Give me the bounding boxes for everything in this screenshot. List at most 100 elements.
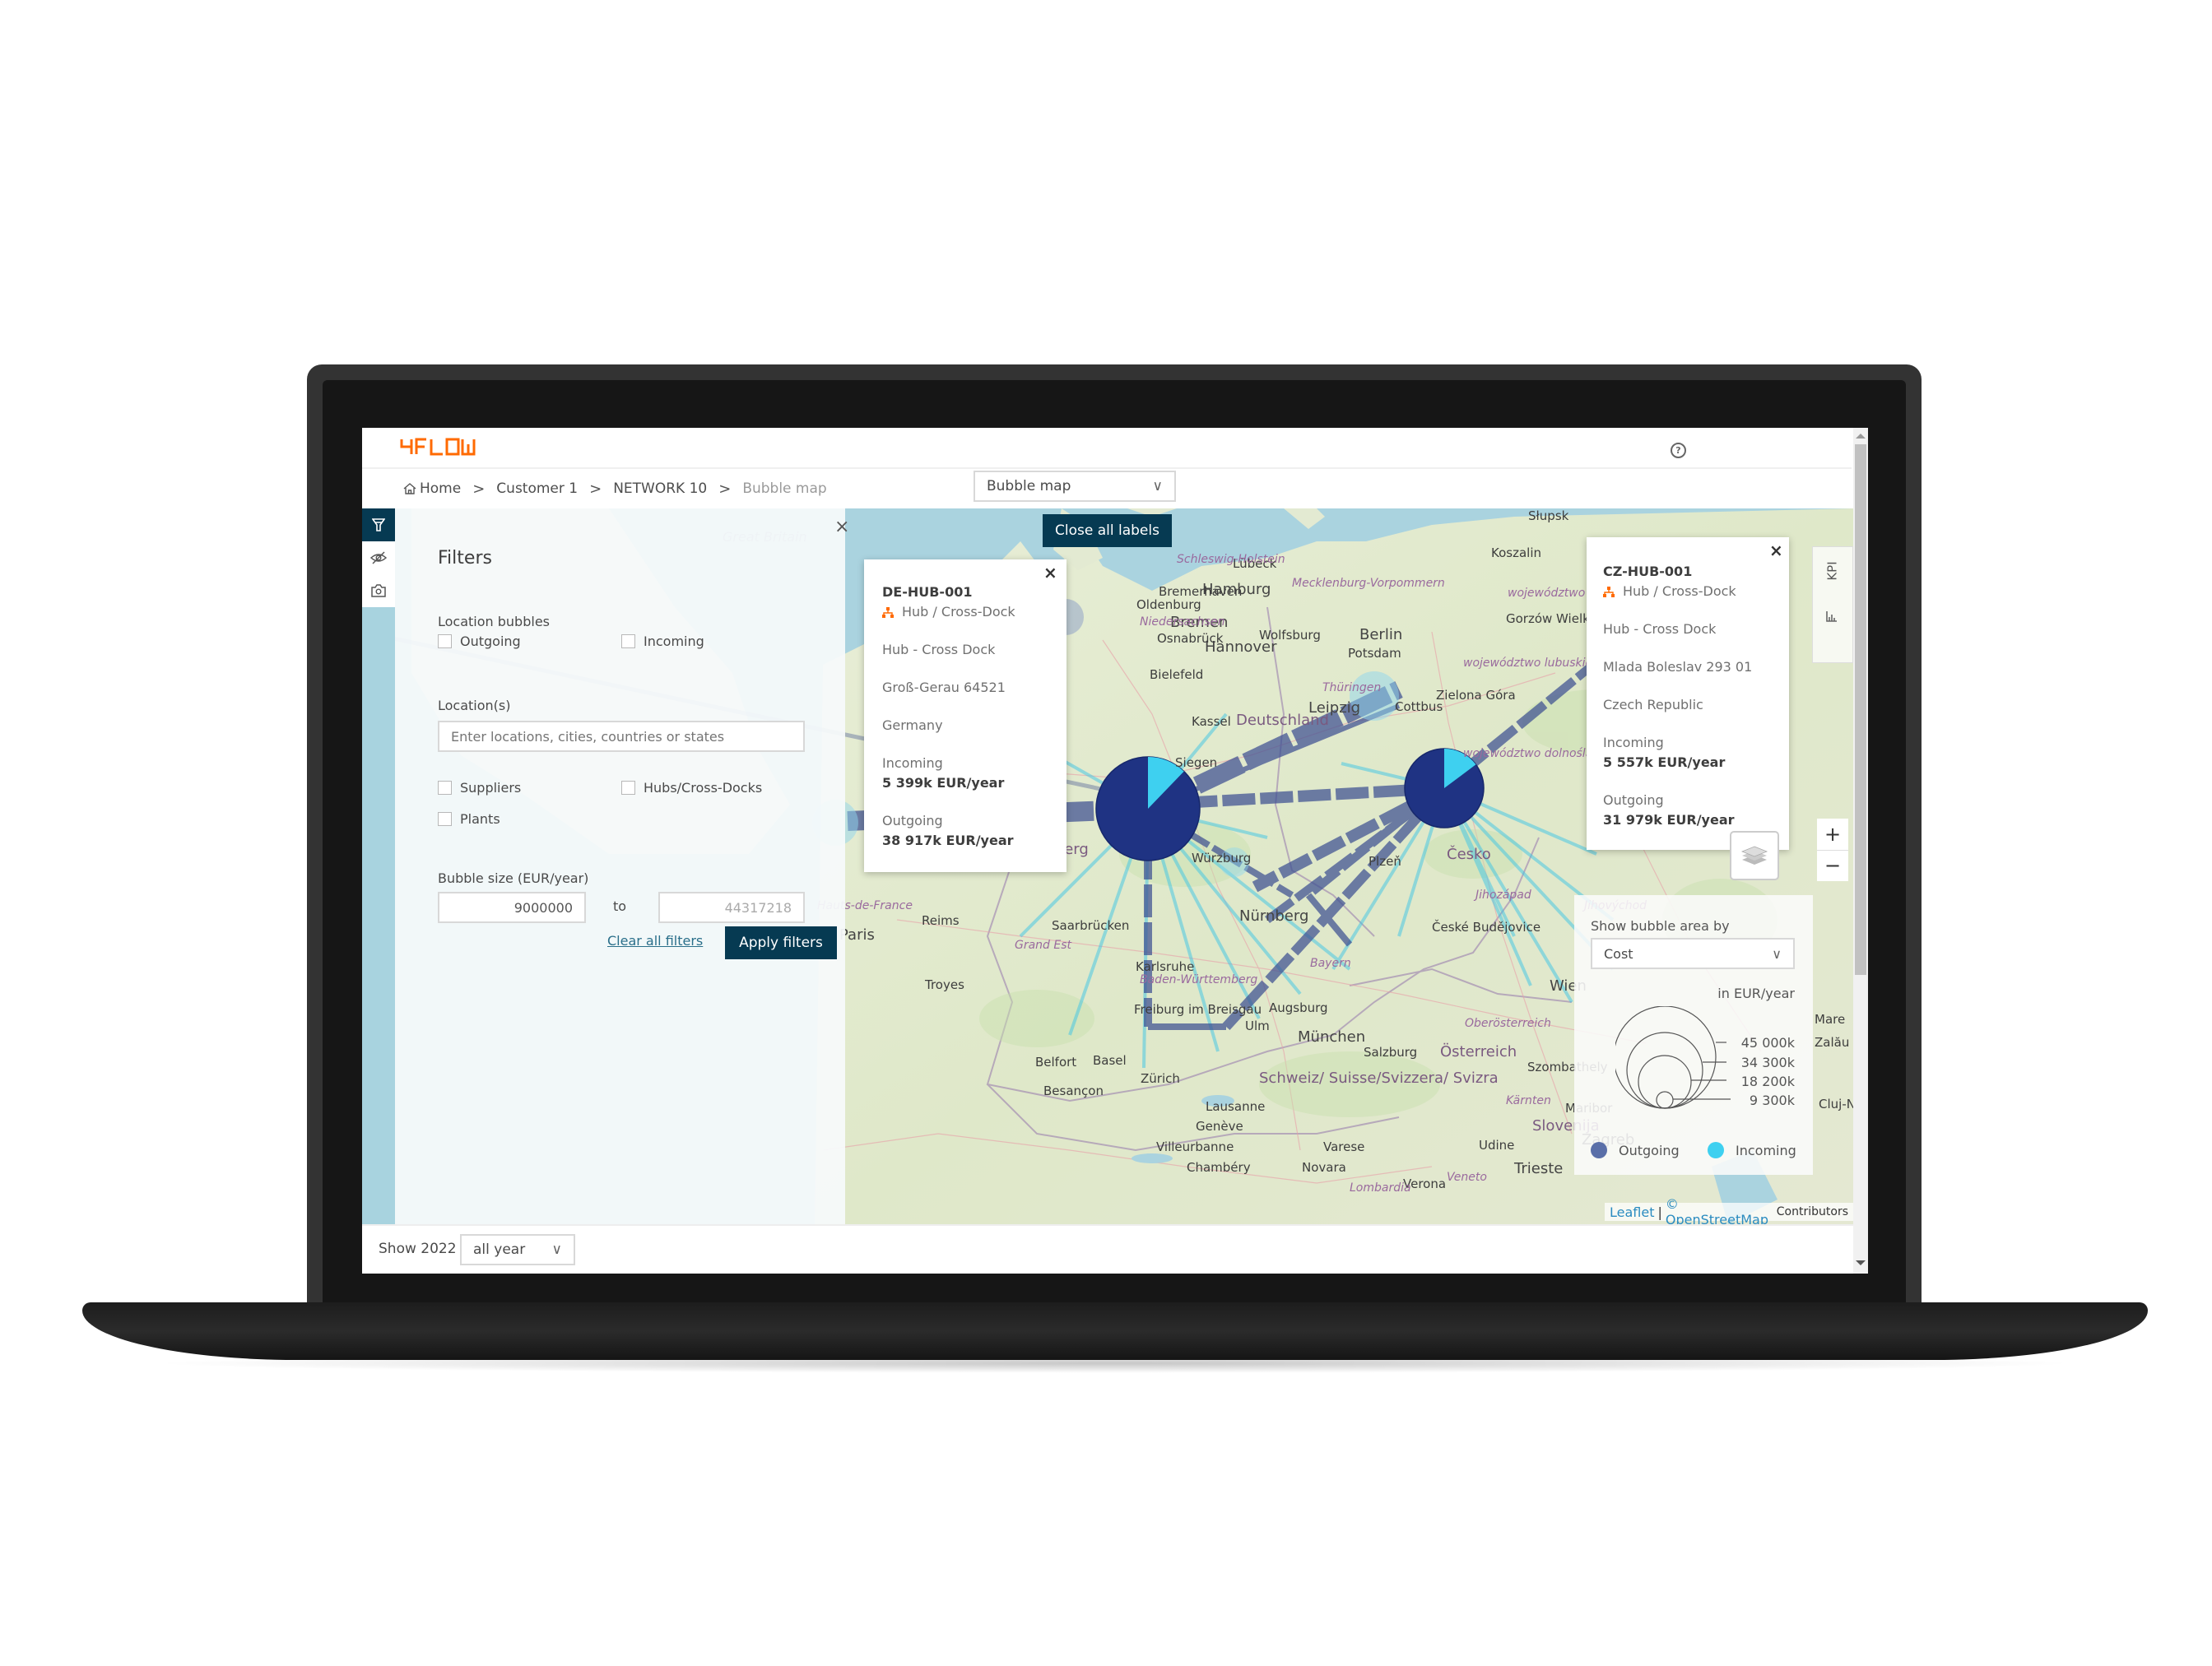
popup-type-label: Hub / Cross-Dock xyxy=(1623,583,1736,599)
map-label: Novara xyxy=(1302,1160,1346,1175)
locations-input[interactable] xyxy=(438,721,805,752)
map-label: Bielefeld xyxy=(1150,667,1204,682)
attribution-contributors: Contributors xyxy=(1776,1205,1848,1218)
locations-label: Location(s) xyxy=(438,698,511,713)
close-icon[interactable]: × xyxy=(1043,563,1057,582)
map-label: Niedersachsen xyxy=(1140,615,1225,629)
legend-unit: in EUR/year xyxy=(1717,986,1795,1001)
bubble-metric-select[interactable]: Cost ∨ xyxy=(1591,938,1795,969)
legend-level: 45 000k xyxy=(1740,1035,1795,1051)
scrollbar-thumb[interactable] xyxy=(1855,444,1866,975)
bubble-cz-hub-001[interactable] xyxy=(1404,748,1485,828)
zoom-control: + − xyxy=(1817,819,1848,881)
suppliers-checkbox[interactable]: Suppliers xyxy=(438,780,521,796)
hub-icon xyxy=(882,606,894,618)
scroll-down-arrow-icon[interactable] xyxy=(1856,1260,1866,1265)
bubble-size-from-input[interactable]: 9000000 xyxy=(438,892,586,923)
bubble-size-label: Bubble size (EUR/year) xyxy=(438,870,589,886)
screenshot-tool-button[interactable] xyxy=(362,574,395,607)
incoming-checkbox-label: Incoming xyxy=(644,633,704,649)
map-label: Saarbrücken xyxy=(1052,918,1130,933)
map-label: Genève xyxy=(1196,1119,1243,1134)
close-icon[interactable]: × xyxy=(834,517,849,537)
kpi-tab[interactable]: KPI xyxy=(1812,546,1853,663)
view-select[interactable]: Bubble map ∨ xyxy=(974,471,1176,502)
period-select[interactable]: all year ∨ xyxy=(460,1234,575,1265)
legend-level: 34 300k xyxy=(1740,1055,1795,1070)
map-label: Kassel xyxy=(1192,714,1231,729)
scroll-up-arrow-icon[interactable] xyxy=(1856,434,1866,439)
map-label: Słupsk xyxy=(1528,508,1569,523)
map-label: Schweiz/ Suisse/Svizzera/ Svizra xyxy=(1259,1070,1499,1087)
clear-filters-link[interactable]: Clear all filters xyxy=(607,933,703,949)
filter-tool-button[interactable] xyxy=(362,508,395,541)
hubs-checkbox[interactable]: Hubs/Cross-Docks xyxy=(621,780,762,796)
legend-circle-34300k xyxy=(1626,1032,1703,1109)
popup-location-type: Hub / Cross-Dock xyxy=(1603,583,1736,599)
checkbox-box xyxy=(438,634,452,648)
popup-outgoing-value: 31 979k EUR/year xyxy=(1603,812,1735,828)
map-label: Zürich xyxy=(1141,1071,1180,1086)
map-label: Nürnberg xyxy=(1239,907,1309,925)
map-label: Schleswig-Holstein xyxy=(1177,553,1285,566)
map-label: Potsdam xyxy=(1348,646,1401,661)
bubble-size-to-input[interactable]: 44317218 xyxy=(658,892,805,923)
zoom-out-button[interactable]: − xyxy=(1817,850,1848,881)
breadcrumb-home[interactable]: Home xyxy=(403,480,461,497)
hub-icon xyxy=(1603,586,1615,597)
bubble-metric-value: Cost xyxy=(1604,945,1633,962)
breadcrumb-home-label: Home xyxy=(420,480,462,497)
zoom-in-button[interactable]: + xyxy=(1817,819,1848,851)
legend-size-circles xyxy=(1615,1006,1731,1109)
map-label: Salzburg xyxy=(1364,1045,1418,1060)
close-icon[interactable]: × xyxy=(1769,541,1783,560)
map-label: Plzeň xyxy=(1369,854,1401,869)
outgoing-checkbox[interactable]: Outgoing xyxy=(438,633,521,649)
popup-outgoing-label: Outgoing xyxy=(882,813,943,828)
incoming-checkbox[interactable]: Incoming xyxy=(621,633,704,649)
map-label: Freiburg im Breisgau xyxy=(1134,1002,1262,1017)
map-label: München xyxy=(1298,1028,1366,1046)
map-label: Siegen xyxy=(1175,755,1218,770)
visibility-tool-button[interactable] xyxy=(362,541,395,574)
help-icon[interactable]: ? xyxy=(1671,443,1686,458)
map-label: Hamburg xyxy=(1202,581,1271,598)
map-label: Oldenburg xyxy=(1136,597,1201,612)
legend-level: 18 200k xyxy=(1740,1074,1795,1089)
checkbox-box xyxy=(621,781,635,795)
map-label: Troyes xyxy=(925,977,964,992)
eye-off-icon xyxy=(370,551,387,564)
layers-icon xyxy=(1740,846,1768,865)
leaflet-link[interactable]: Leaflet xyxy=(1610,1204,1654,1220)
popup-location-id: CZ-HUB-001 xyxy=(1603,564,1693,579)
outgoing-color-dot xyxy=(1591,1142,1607,1158)
breadcrumb-customer[interactable]: Customer 1 xyxy=(496,480,578,497)
osm-link[interactable]: © OpenStreetMap xyxy=(1666,1196,1773,1224)
period-select-value: all year xyxy=(473,1241,526,1258)
location-bubbles-label: Location bubbles xyxy=(438,614,550,629)
popup-outgoing-label: Outgoing xyxy=(1603,792,1664,808)
popup-incoming-label: Incoming xyxy=(1603,735,1664,750)
legend-outgoing: Outgoing xyxy=(1591,1142,1680,1158)
map-label: Basel xyxy=(1093,1053,1127,1068)
map-label: Belfort xyxy=(1035,1055,1077,1070)
map-label: Mare xyxy=(1815,1012,1846,1027)
legend-outgoing-label: Outgoing xyxy=(1619,1142,1680,1158)
bubble-de-hub-001[interactable] xyxy=(1095,756,1201,861)
breadcrumb-network[interactable]: NETWORK 10 xyxy=(613,480,707,497)
page-scrollbar[interactable] xyxy=(1853,428,1868,1274)
suppliers-checkbox-label: Suppliers xyxy=(460,780,522,796)
close-all-labels-button[interactable]: Close all labels xyxy=(1043,514,1172,547)
hubs-checkbox-label: Hubs/Cross-Docks xyxy=(644,780,763,796)
brand-logo[interactable] xyxy=(400,438,476,459)
breadcrumb-current: Bubble map xyxy=(742,480,827,497)
plants-checkbox[interactable]: Plants xyxy=(438,811,500,827)
map-label: Zielona Góra xyxy=(1436,688,1516,703)
layers-button[interactable] xyxy=(1730,831,1779,880)
attribution-separator: | xyxy=(1657,1204,1662,1220)
apply-filters-button[interactable]: Apply filters xyxy=(725,926,837,959)
legend-circle-9300k xyxy=(1656,1091,1674,1109)
popup-incoming-label: Incoming xyxy=(882,755,943,771)
bar-chart-icon xyxy=(1826,611,1837,622)
checkbox-box xyxy=(621,634,635,648)
